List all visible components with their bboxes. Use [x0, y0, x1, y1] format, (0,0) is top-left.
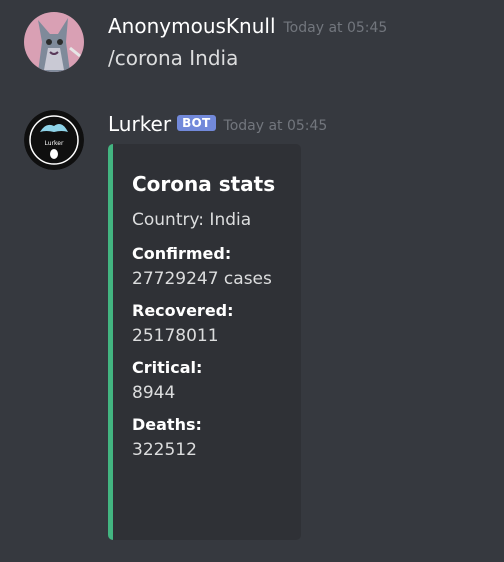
field-name: Critical: — [132, 358, 203, 377]
embed-field-recovered: Recovered: 25178011 — [132, 301, 301, 346]
embed-field-critical: Critical: 8944 — [132, 358, 301, 403]
embed-field-deaths: Deaths: 322512 — [132, 415, 301, 460]
field-name: Confirmed: — [132, 244, 232, 263]
timestamp: Today at 05:45 — [283, 20, 388, 36]
message-header: AnonymousKnull Today at 05:45 — [108, 14, 387, 38]
field-name: Recovered: — [132, 301, 234, 320]
field-value: 27729247 cases — [132, 269, 272, 289]
cat-avatar-icon — [24, 12, 84, 72]
embed-card: Corona stats Country: India Confirmed: 2… — [108, 144, 301, 540]
field-value: 25178011 — [132, 326, 219, 346]
field-value: 322512 — [132, 440, 197, 460]
username[interactable]: AnonymousKnull — [108, 14, 276, 38]
field-name: Deaths: — [132, 415, 202, 434]
message-header: Lurker BOT Today at 05:45 — [108, 112, 327, 136]
embed-field-confirmed: Confirmed: 27729247 cases — [132, 244, 301, 289]
message-content: /corona India — [108, 46, 239, 70]
user-avatar[interactable] — [24, 12, 84, 72]
bot-logo-icon: Lurker — [24, 110, 84, 170]
field-value: 8944 — [132, 383, 176, 403]
bot-badge: BOT — [177, 115, 216, 131]
bot-avatar[interactable]: Lurker — [24, 110, 84, 170]
username[interactable]: Lurker — [108, 112, 171, 136]
embed-title: Corona stats — [132, 172, 276, 196]
timestamp: Today at 05:45 — [223, 118, 328, 134]
bot-logo-text: Lurker — [45, 140, 64, 147]
embed-description: Country: India — [132, 210, 252, 230]
